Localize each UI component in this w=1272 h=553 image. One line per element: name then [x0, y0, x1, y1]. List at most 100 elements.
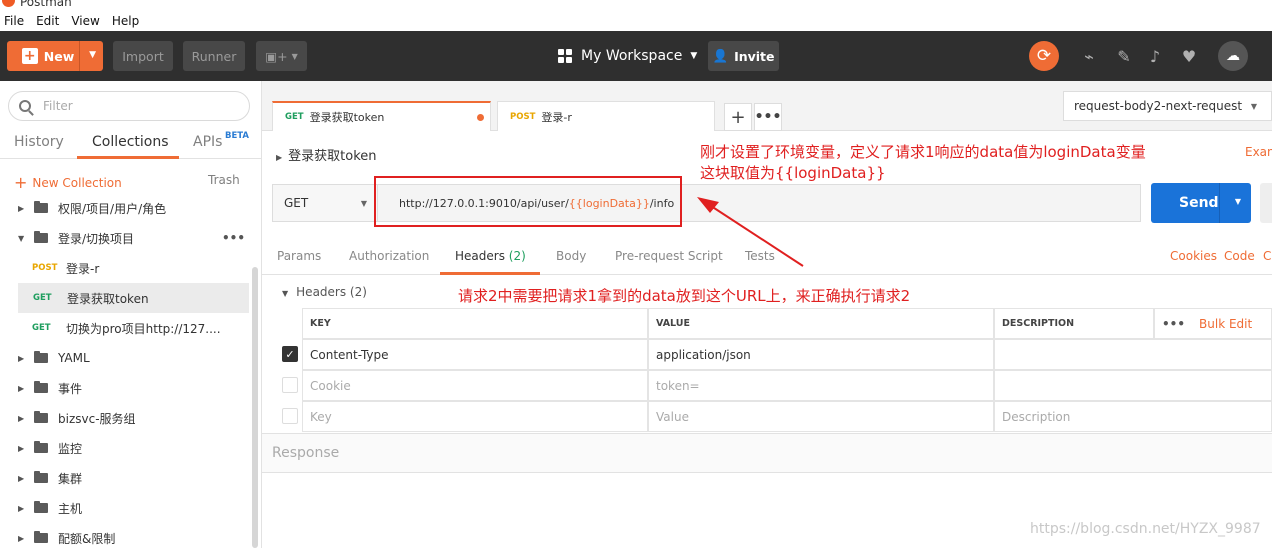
tab-headers[interactable]: Headers (2): [455, 249, 526, 263]
bulk-edit-link[interactable]: Bulk Edit: [1199, 317, 1252, 331]
sync-icon[interactable]: ⟳: [1029, 41, 1059, 71]
header-enable-checkbox[interactable]: ✓: [282, 346, 298, 362]
sidebar-item-label: bizsvc-服务组: [58, 411, 136, 426]
caret-right-icon[interactable]: ▶: [18, 354, 26, 363]
sidebar-request[interactable]: GET 登录获取token: [18, 283, 249, 313]
header-description-cell[interactable]: Description: [994, 401, 1272, 432]
sidebar-folder[interactable]: ▶ YAML: [0, 343, 250, 373]
runner-button[interactable]: Runner: [183, 41, 245, 71]
grid-icon: [558, 49, 572, 63]
chevron-down-icon[interactable]: ▼: [1235, 197, 1241, 206]
table-column-header: KEY: [302, 308, 648, 339]
invite-button[interactable]: 👤 Invite: [708, 41, 779, 71]
request-name[interactable]: ▶ 登录获取token: [276, 145, 377, 164]
wrench-icon[interactable]: ✎: [1113, 45, 1135, 67]
request-tab-active[interactable]: GET 登录获取token: [272, 101, 491, 131]
request-method-badge: POST: [32, 263, 58, 273]
tab-tests[interactable]: Tests: [745, 249, 775, 263]
tab-authorization[interactable]: Authorization: [349, 249, 429, 263]
sidebar-folder[interactable]: ▼ 登录/切换项目 •••: [0, 223, 250, 253]
code-link[interactable]: Code: [1224, 249, 1255, 263]
folder-icon: [34, 411, 48, 423]
annotation-line-3: 请求2中需要把请求1拿到的data放到这个URL上，来正确执行请求2: [458, 287, 911, 305]
sidebar-scrollbar[interactable]: [252, 267, 258, 548]
sidebar-folder[interactable]: ▶ 主机: [0, 493, 250, 523]
folder-icon: [34, 351, 48, 363]
comments-link[interactable]: Co: [1263, 249, 1272, 263]
bell-icon[interactable]: ♪: [1144, 45, 1166, 67]
more-options-icon[interactable]: •••: [222, 231, 245, 245]
sidebar-request[interactable]: POST 登录-r: [0, 253, 250, 283]
header-enable-checkbox[interactable]: [282, 377, 298, 393]
new-window-button[interactable]: ▣+ ▼: [256, 41, 307, 71]
header-description-cell[interactable]: [994, 339, 1272, 370]
menu-file[interactable]: File: [4, 14, 24, 28]
menu-view[interactable]: View: [71, 14, 99, 28]
filter-input[interactable]: Filter: [8, 91, 250, 121]
heart-icon[interactable]: ♥: [1178, 45, 1200, 67]
sidebar-item-label: 集群: [58, 471, 83, 486]
header-value-cell[interactable]: token=: [648, 370, 994, 401]
request-method-badge: GET: [33, 293, 52, 303]
sidebar-folder[interactable]: ▶ 事件: [0, 373, 250, 403]
folder-icon: [34, 471, 48, 483]
header-key-cell[interactable]: Content-Type: [302, 339, 648, 370]
cookies-link[interactable]: Cookies: [1170, 249, 1217, 263]
caret-down-icon[interactable]: ▼: [18, 234, 26, 243]
environment-selector[interactable]: request-body2-next-request ▼: [1063, 91, 1272, 121]
header-enable-checkbox[interactable]: [282, 408, 298, 424]
import-button[interactable]: Import: [113, 41, 173, 71]
header-key-cell[interactable]: Cookie: [302, 370, 648, 401]
annotation-line-1: 刚才设置了环境变量，定义了请求1响应的data值为loginData变量: [700, 143, 1146, 161]
header-value-cell[interactable]: Value: [648, 401, 994, 432]
add-tab-button[interactable]: +: [724, 103, 752, 131]
response-section: Response: [262, 433, 1272, 473]
caret-right-icon[interactable]: ▶: [18, 534, 26, 543]
workspace-selector[interactable]: My Workspace ▼: [558, 48, 697, 64]
tab-pre-request-script[interactable]: Pre-request Script: [615, 249, 723, 263]
more-tabs-button[interactable]: •••: [754, 103, 782, 131]
new-collection-button[interactable]: + New Collection: [14, 173, 122, 192]
sidebar-request[interactable]: GET 切换为pro项目http://127....: [0, 313, 250, 343]
sidebar-folder[interactable]: ▶ 监控: [0, 433, 250, 463]
tab-body[interactable]: Body: [556, 249, 586, 263]
header-description-cell[interactable]: [994, 370, 1272, 401]
satellite-icon[interactable]: ⌁: [1078, 45, 1100, 67]
header-value-cell[interactable]: application/json: [648, 339, 994, 370]
tab-collections[interactable]: Collections: [92, 134, 169, 150]
tab-apis[interactable]: APIs: [193, 134, 222, 150]
headers-section-toggle[interactable]: ▼ Headers (2): [282, 285, 367, 299]
caret-right-icon[interactable]: ▶: [18, 504, 26, 513]
method-select[interactable]: GET ▼: [272, 184, 378, 222]
save-button[interactable]: [1260, 183, 1272, 223]
sidebar-folder[interactable]: ▶ 集群: [0, 463, 250, 493]
sidebar-folder[interactable]: ▶ 权限/项目/用户/角色: [0, 193, 250, 223]
request-tab[interactable]: POST 登录-r: [497, 101, 715, 131]
trash-button[interactable]: Trash: [208, 173, 240, 187]
tab-history[interactable]: History: [14, 134, 64, 150]
caret-right-icon[interactable]: ▶: [18, 444, 26, 453]
method-value: GET: [284, 196, 309, 210]
sidebar-item-label: 权限/项目/用户/角色: [58, 201, 167, 216]
send-button[interactable]: Send ▼: [1151, 183, 1251, 223]
more-options-icon[interactable]: •••: [1162, 317, 1185, 331]
cloud-icon[interactable]: ☁: [1218, 41, 1248, 71]
sidebar-folder[interactable]: ▶ 配额&限制: [0, 523, 250, 553]
filter-placeholder: Filter: [43, 99, 73, 113]
caret-right-icon[interactable]: ▶: [18, 204, 26, 213]
caret-right-icon[interactable]: ▶: [18, 384, 26, 393]
caret-right-icon[interactable]: ▶: [18, 414, 26, 423]
sidebar-folder[interactable]: ▶ bizsvc-服务组: [0, 403, 250, 433]
chevron-down-icon[interactable]: ▼: [89, 50, 96, 60]
app-title: Postman: [20, 0, 72, 9]
menu-bar: File Edit View Help: [0, 11, 1272, 31]
examples-link[interactable]: Exan: [1245, 145, 1272, 159]
new-button[interactable]: + New ▼: [7, 41, 103, 71]
menu-edit[interactable]: Edit: [36, 14, 59, 28]
annotation-line-2: 这块取值为{{loginData}}: [700, 164, 886, 182]
tab-params[interactable]: Params: [277, 249, 321, 263]
sidebar-item-label: 主机: [58, 501, 83, 516]
header-key-cell[interactable]: Key: [302, 401, 648, 432]
caret-right-icon[interactable]: ▶: [18, 474, 26, 483]
menu-help[interactable]: Help: [112, 14, 139, 28]
